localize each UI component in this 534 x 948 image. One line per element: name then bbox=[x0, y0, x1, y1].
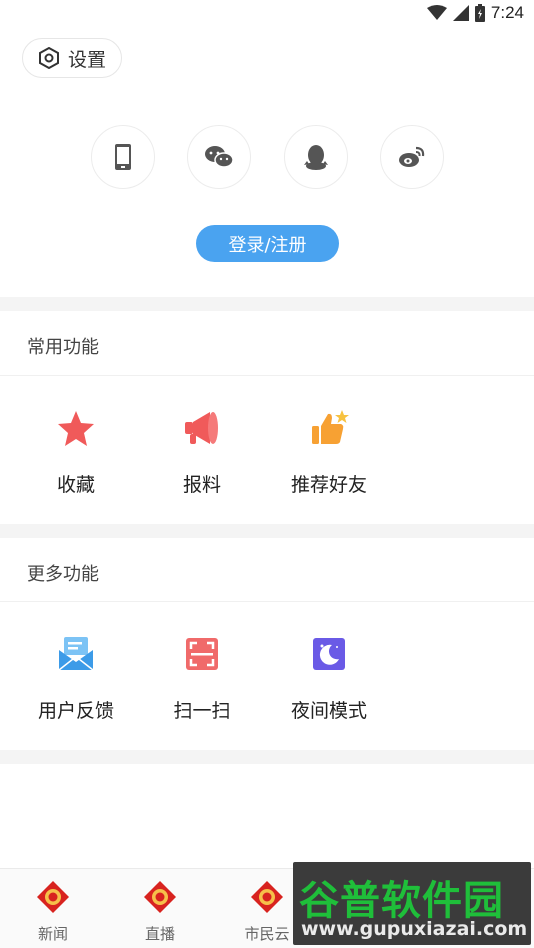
favorites-label: 收藏 bbox=[56, 474, 95, 496]
thumbs-up-icon bbox=[312, 410, 349, 444]
citizen-cloud-tab-icon bbox=[251, 881, 283, 913]
settings-hexagon-icon bbox=[39, 47, 59, 69]
report-label: 报料 bbox=[182, 474, 221, 496]
nav-item-live[interactable]: 直播 bbox=[115, 879, 205, 944]
star-icon bbox=[58, 411, 94, 446]
megaphone-icon bbox=[185, 412, 218, 444]
recommend-friends-button[interactable]: 推荐好友 bbox=[279, 408, 379, 497]
status-time: 7:24 bbox=[490, 3, 524, 22]
status-bar: 7:24 bbox=[0, 0, 534, 28]
wifi-icon bbox=[426, 5, 447, 20]
section-divider bbox=[0, 375, 534, 376]
nav-item-news[interactable]: 新闻 bbox=[8, 879, 98, 944]
common-functions-title: 常用功能 bbox=[27, 337, 99, 358]
nav-label-news: 新闻 bbox=[37, 925, 68, 943]
recommend-friends-label: 推荐好友 bbox=[290, 474, 367, 496]
phone-icon bbox=[115, 144, 131, 170]
more-functions-title: 更多功能 bbox=[27, 564, 99, 585]
night-mode-button[interactable]: 夜间模式 bbox=[279, 634, 379, 723]
weibo-icon bbox=[399, 146, 425, 167]
news-tab-icon bbox=[37, 881, 69, 913]
settings-label: 设置 bbox=[68, 48, 107, 71]
section-gap bbox=[0, 524, 534, 538]
favorites-button[interactable]: 收藏 bbox=[26, 408, 126, 497]
wechat-icon bbox=[205, 146, 234, 168]
nav-label-live: 直播 bbox=[144, 925, 175, 943]
login-qq-button[interactable] bbox=[284, 125, 348, 189]
scan-label: 扫一扫 bbox=[173, 700, 231, 722]
section-gap bbox=[0, 750, 534, 764]
scan-icon bbox=[186, 638, 218, 670]
feedback-label: 用户反馈 bbox=[37, 700, 114, 722]
live-tab-icon bbox=[144, 881, 176, 913]
feedback-button[interactable]: 用户反馈 bbox=[26, 634, 126, 723]
moon-icon bbox=[313, 638, 345, 670]
watermark-url: www.gupuxiazai.com bbox=[301, 918, 528, 940]
report-button[interactable]: 报料 bbox=[152, 408, 252, 497]
mail-icon bbox=[58, 637, 94, 671]
watermark-logo: 谷普软件园 www.gupuxiazai.com bbox=[293, 862, 531, 945]
status-icons: 7:24 bbox=[426, 3, 524, 23]
login-wechat-button[interactable] bbox=[187, 125, 251, 189]
battery-icon bbox=[474, 4, 485, 22]
scan-button[interactable]: 扫一扫 bbox=[152, 634, 252, 723]
qq-icon bbox=[304, 145, 328, 170]
settings-button[interactable]: 设置 bbox=[22, 38, 122, 78]
third-party-login bbox=[0, 125, 534, 189]
login-register-button[interactable]: 登录/注册 bbox=[196, 225, 339, 262]
login-weibo-button[interactable] bbox=[380, 125, 444, 189]
login-phone-button[interactable] bbox=[91, 125, 155, 189]
section-gap bbox=[0, 297, 534, 311]
signal-icon bbox=[452, 5, 469, 21]
section-divider bbox=[0, 601, 534, 602]
night-mode-label: 夜间模式 bbox=[290, 700, 367, 722]
